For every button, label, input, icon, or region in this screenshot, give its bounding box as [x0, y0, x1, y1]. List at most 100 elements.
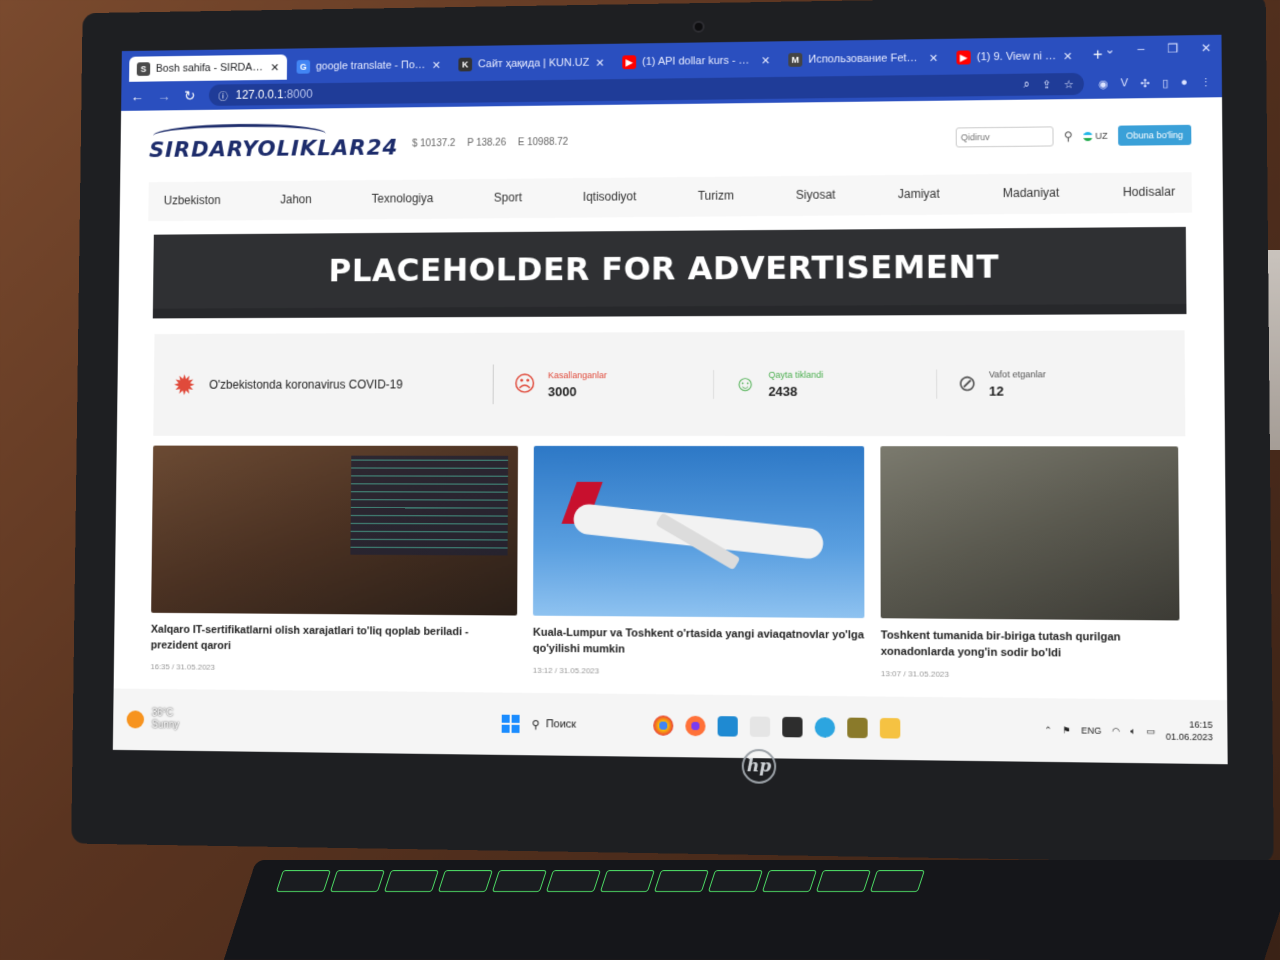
- chrome-icon[interactable]: [653, 715, 674, 736]
- chevron-up-icon[interactable]: ⌃: [1044, 724, 1052, 735]
- forward-icon[interactable]: →: [157, 88, 171, 104]
- nav-item-texnologiya[interactable]: Texnologiya: [372, 191, 434, 205]
- app-icon[interactable]: [847, 717, 869, 739]
- news-grid: Xalqaro IT-sertifikatlarni olish xarajat…: [150, 445, 1187, 682]
- nav-item-iqtisodiyot[interactable]: Iqtisodiyot: [583, 189, 636, 203]
- wifi-icon[interactable]: ◠: [1112, 725, 1120, 736]
- keyboard-key: [599, 870, 655, 892]
- rate-usd: $ 10137.2: [411, 137, 456, 149]
- prohibited-icon: ⊘: [957, 370, 977, 396]
- browser-tab[interactable]: G google translate - Поиск в ✕: [289, 52, 449, 80]
- browser-tab[interactable]: S Bosh sahifa - SIRDARYO 24 ✕: [129, 54, 288, 82]
- battery-icon[interactable]: ▭: [1146, 726, 1155, 737]
- nav-item-uzbekiston[interactable]: Uzbekiston: [164, 193, 221, 207]
- address-bar-actions: ⌕ ⇪ ☆: [1023, 77, 1073, 91]
- advertisement-banner[interactable]: PLACEHOLDER FOR ADVERTISEMENT: [152, 226, 1187, 319]
- search-icon[interactable]: ⌕: [1023, 78, 1029, 91]
- tab-title: Использование Fetch - W: [808, 52, 923, 66]
- news-image-fire[interactable]: [880, 446, 1180, 621]
- nav-item-siyosat[interactable]: Siyosat: [796, 188, 836, 202]
- search-input[interactable]: [955, 126, 1054, 148]
- kun-favicon-icon: K: [458, 57, 473, 72]
- flag-icon[interactable]: ⚑: [1062, 725, 1070, 736]
- nav-item-turizm[interactable]: Turizm: [698, 189, 734, 203]
- nav-item-sport[interactable]: Sport: [494, 190, 522, 204]
- youtube-favicon-icon: ▶: [622, 55, 637, 70]
- close-icon[interactable]: ✕: [929, 51, 938, 64]
- news-title[interactable]: Xalqaro IT-sertifikatlarni olish xarajat…: [151, 623, 517, 658]
- webcam: [692, 20, 705, 33]
- currency-rates: $ 10137.2 P 138.26 E 10988.72: [412, 136, 568, 149]
- info-icon[interactable]: ⓘ: [218, 88, 228, 103]
- close-window-icon[interactable]: ✕: [1201, 41, 1212, 55]
- news-title[interactable]: Kuala-Lumpur va Toshkent o'rtasida yangi…: [533, 626, 865, 661]
- sidepanel-icon[interactable]: ▯: [1162, 76, 1168, 89]
- sirdaryo-favicon-icon: S: [136, 62, 151, 76]
- taskbar-search-label: Поиск: [545, 718, 577, 731]
- volume-icon[interactable]: 🔈︎: [1130, 725, 1136, 736]
- terminal-icon[interactable]: [782, 716, 803, 738]
- language-switch[interactable]: UZ: [1082, 131, 1108, 141]
- back-icon[interactable]: ←: [131, 88, 145, 104]
- vue-devtools-icon[interactable]: V: [1121, 77, 1129, 90]
- site-logo[interactable]: SIRDARYOLIKLAR24: [149, 122, 399, 162]
- restore-icon[interactable]: ❐: [1167, 41, 1178, 55]
- menu-dots-icon[interactable]: ⋮: [1200, 76, 1211, 89]
- nav-item-jahon[interactable]: Jahon: [280, 192, 312, 206]
- news-card[interactable]: Toshkent tumanida bir-biriga tutash quri…: [880, 446, 1180, 681]
- search-icon: ⚲: [531, 718, 540, 731]
- keyboard-key: [437, 870, 493, 892]
- youtube-favicon-icon: ▶: [956, 50, 971, 65]
- website: SIRDARYOLIKLAR24 $ 10137.2 P 138.26 E 10…: [112, 97, 1228, 765]
- subscribe-button[interactable]: Obuna bo'ling: [1117, 124, 1192, 146]
- windows-start-icon[interactable]: [502, 714, 520, 733]
- system-tray: ⌃ ⚑ ENG ◠ 🔈︎ ▭ 16:15 01.06.2023: [1044, 718, 1213, 744]
- language-indicator[interactable]: ENG: [1081, 725, 1101, 736]
- vscode-icon[interactable]: [717, 716, 739, 737]
- close-icon[interactable]: ✕: [1063, 49, 1072, 62]
- share-icon[interactable]: ⇪: [1042, 78, 1051, 91]
- extension-icon[interactable]: ◉: [1098, 77, 1108, 90]
- app-icon[interactable]: [750, 716, 771, 738]
- covid-title: O'zbekistonda koronavirus COVID-19: [208, 377, 403, 392]
- news-card[interactable]: Xalqaro IT-sertifikatlarni olish xarajat…: [150, 445, 519, 675]
- stat-value: 3000: [547, 383, 577, 399]
- minimize-icon[interactable]: –: [1138, 42, 1145, 56]
- stat-label: Vafot etganlar: [988, 368, 1046, 379]
- news-image-laptop[interactable]: [151, 445, 519, 616]
- close-icon[interactable]: ✕: [761, 54, 770, 67]
- profile-avatar-icon[interactable]: ●: [1181, 76, 1188, 89]
- close-icon[interactable]: ✕: [595, 56, 604, 69]
- reload-icon[interactable]: ↻: [184, 87, 195, 104]
- news-card[interactable]: Kuala-Lumpur va Toshkent o'rtasida yangi…: [532, 445, 865, 678]
- stat-value: 2438: [768, 383, 798, 399]
- news-image-plane[interactable]: [532, 445, 865, 619]
- laptop-bezel: S Bosh sahifa - SIRDARYO 24 ✕ G google t…: [71, 0, 1274, 864]
- mdn-favicon-icon: M: [788, 52, 803, 67]
- rate-eur: E 10988.72: [517, 136, 569, 148]
- browser-tab[interactable]: ▶ (1) 9. View ni o'rganish | La ✕: [948, 43, 1080, 71]
- browser-tab[interactable]: ▶ (1) API dollar kurs - YouTub ✕: [614, 47, 778, 75]
- nav-item-madaniyat[interactable]: Madaniyat: [1003, 186, 1060, 201]
- firefox-icon[interactable]: [685, 715, 706, 737]
- search-icon[interactable]: ⚲: [1064, 129, 1073, 143]
- browser-tab[interactable]: K Сайт ҳақида | KUN.UZ ✕: [451, 50, 613, 78]
- tray-clock[interactable]: 16:15 01.06.2023: [1166, 719, 1213, 744]
- puzzle-icon[interactable]: ✣: [1140, 76, 1150, 89]
- folder-icon[interactable]: [880, 717, 901, 739]
- star-icon[interactable]: ☆: [1064, 77, 1074, 90]
- keyboard-key: [275, 870, 331, 892]
- telegram-icon[interactable]: [815, 717, 836, 738]
- close-icon[interactable]: ✕: [432, 59, 441, 72]
- weather-widget[interactable]: 36°C Sunny: [126, 707, 180, 731]
- news-title[interactable]: Toshkent tumanida bir-biriga tutash quri…: [881, 628, 1180, 663]
- weather-condition: Sunny: [151, 719, 180, 731]
- stat-infected: ☹ Kasallanganlar 3000: [493, 369, 714, 399]
- nav-item-hodisalar[interactable]: Hodisalar: [1123, 185, 1175, 200]
- browser-tab[interactable]: M Использование Fetch - W ✕: [780, 45, 946, 73]
- taskbar-search[interactable]: ⚲ Поиск: [532, 718, 642, 732]
- chevron-down-icon[interactable]: ⌄: [1105, 42, 1115, 56]
- stat-deaths: ⊘ Vafot etganlar 12: [937, 369, 1164, 399]
- close-icon[interactable]: ✕: [270, 61, 279, 74]
- nav-item-jamiyat[interactable]: Jamiyat: [898, 187, 940, 201]
